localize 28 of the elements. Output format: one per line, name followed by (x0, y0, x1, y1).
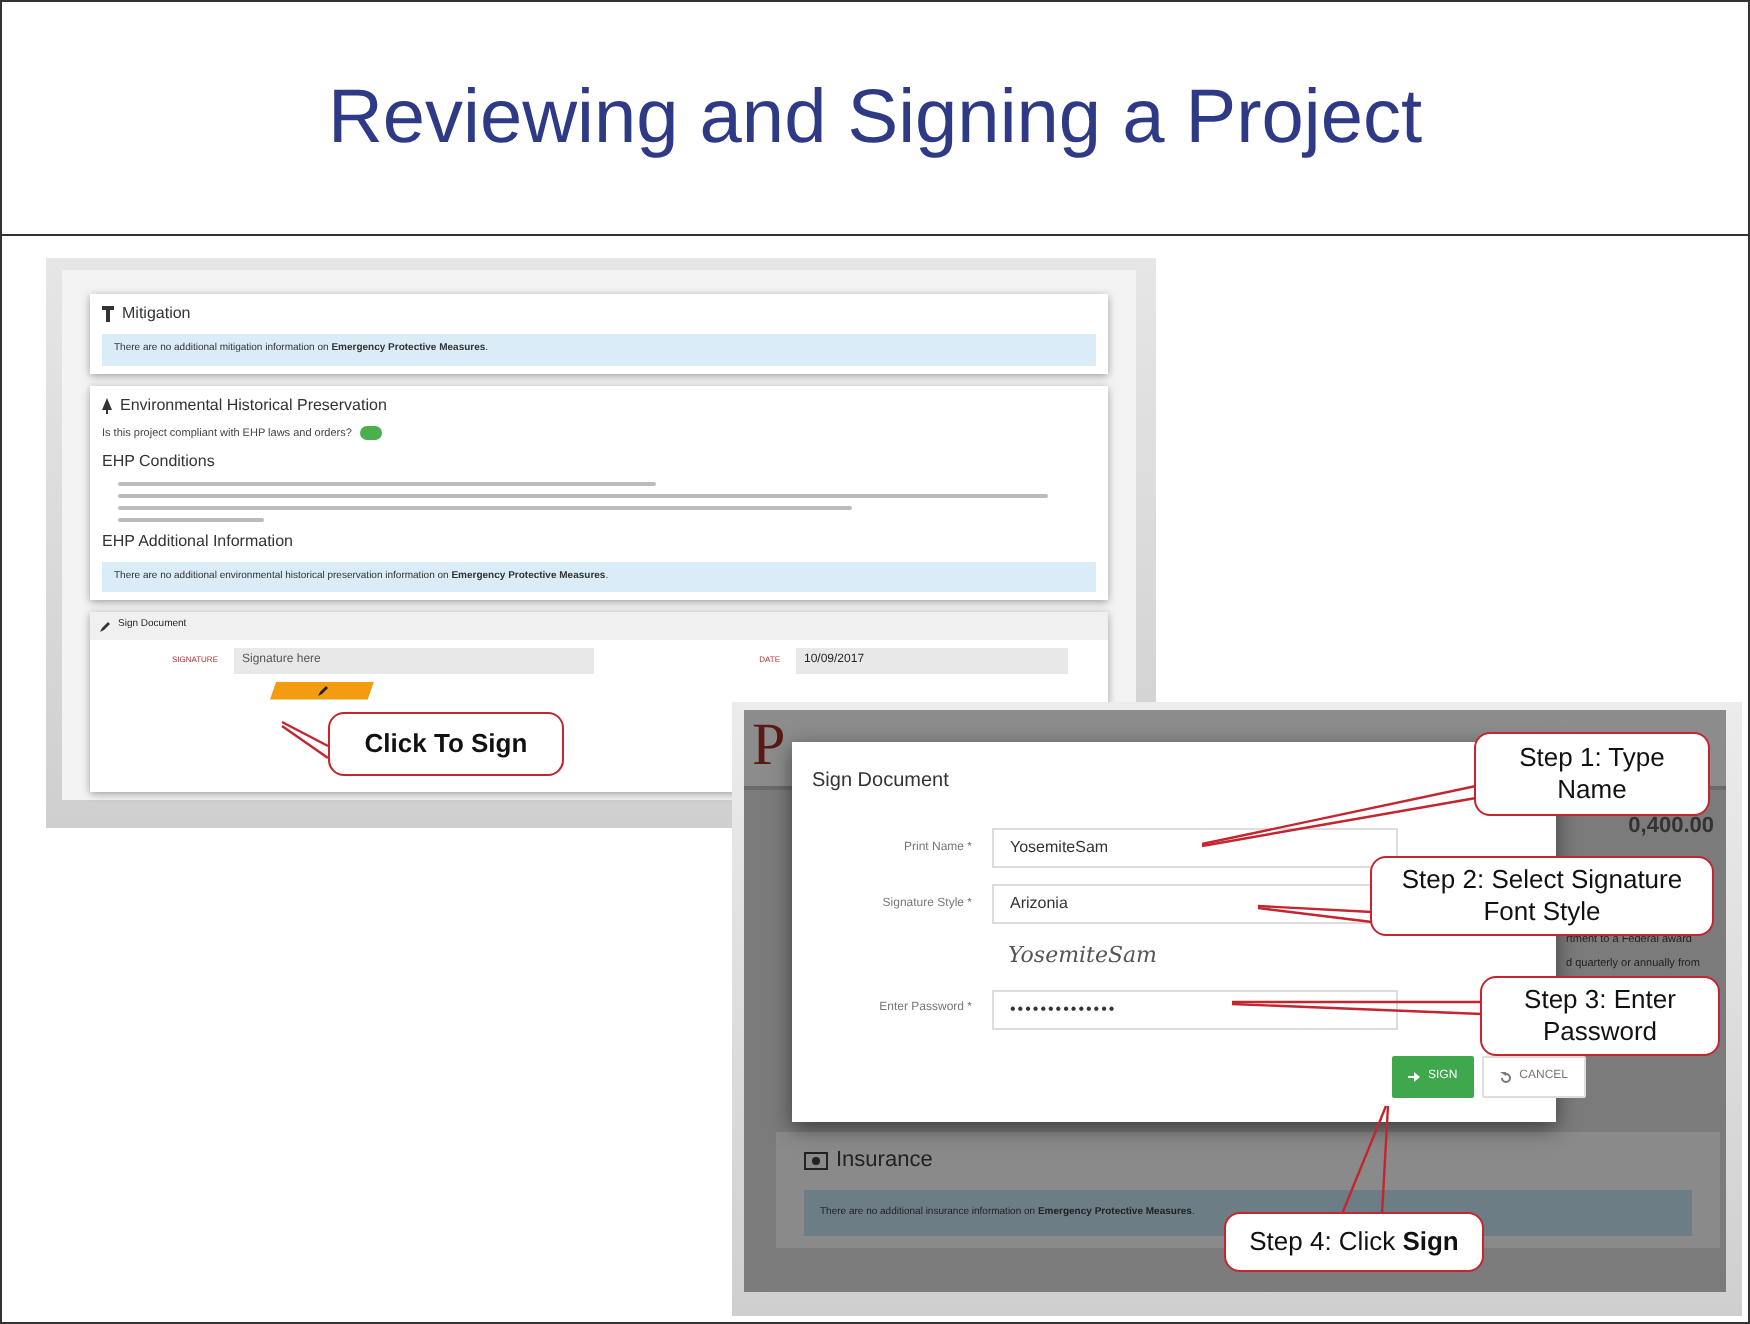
pen-icon (100, 621, 110, 631)
slide-title: Reviewing and Signing a Project (327, 73, 1423, 163)
tool-icon (102, 306, 114, 322)
callout-tooltip: Step 3: Enter Password (1480, 976, 1720, 1056)
pencil-icon (317, 685, 327, 696)
leader-line (1340, 1105, 1390, 1215)
undo-icon (1499, 1071, 1512, 1083)
arrow-right-icon (1408, 1072, 1420, 1082)
callout-tooltip: Step 2: Select Signature Font Style (1370, 856, 1714, 936)
amount-text: 0,400.00 (1628, 812, 1714, 842)
leader-line (1257, 904, 1373, 924)
sign-button[interactable] (270, 681, 374, 700)
callout-tooltip: Step 1: Type Name (1474, 732, 1710, 816)
name-input[interactable]: YosemiteSam (992, 828, 1398, 868)
password-input[interactable]: •••••••••••••• (992, 989, 1398, 1029)
money-icon (804, 1151, 828, 1170)
dialog-title: Sign Document (812, 768, 951, 796)
callout-tooltip: Step 4: Click Sign (1224, 1212, 1484, 1272)
section-heading: Mitigation (122, 302, 191, 326)
leader-line (281, 720, 329, 759)
section-heading: Insurance (836, 1146, 933, 1176)
callout-tooltip: Click To Sign (328, 712, 564, 776)
subheading: EHP Additional Information (102, 529, 295, 554)
section-heading: Environmental Historical Preservation (120, 393, 387, 417)
signature-preview: YosemiteSam (1006, 940, 1157, 972)
portal-logo-text: P (752, 712, 786, 778)
tree-icon (102, 397, 112, 413)
subheading: EHP Conditions (102, 449, 217, 474)
